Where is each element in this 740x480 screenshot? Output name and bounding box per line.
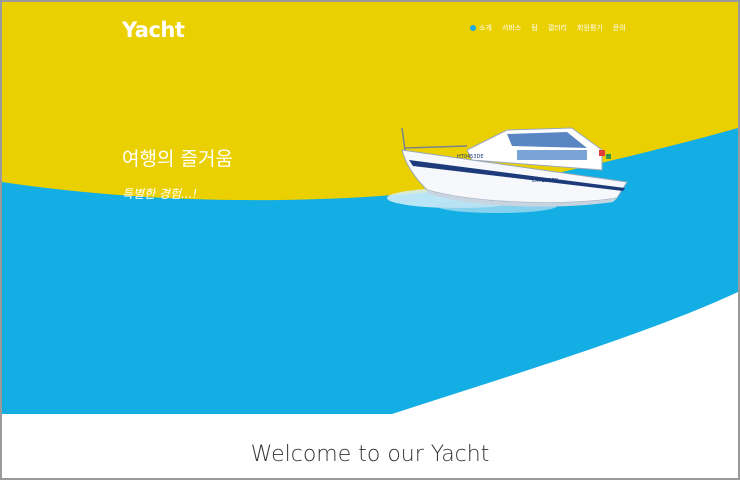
welcome-heading: Welcome to our Yacht [250,442,490,467]
boat-registration: HT0453DE [457,154,484,160]
hero-subtitle: 특별한 경험...! [122,187,198,201]
nav-item-label: 갤러리 [547,24,567,32]
yacht-image: HT0453DE EXPLORER [387,127,628,213]
boat-name: EXPLORER [532,178,559,184]
nav-item-services[interactable]: 서비스 [502,23,521,33]
nav-item-gallery[interactable]: 갤러리 [548,23,567,33]
nav-item-team[interactable]: 팀 [531,23,537,33]
nav-item-label: 서비스 [501,24,522,32]
main-nav: 소개 서비스 팀 갤러리 회원평가 문의 [470,23,626,33]
active-dot-icon [470,25,476,31]
page-frame: Yacht 소개 서비스 팀 갤러리 회원평가 문의 여행의 즐거움 특별한 경… [2,2,738,478]
nav-item-testimonials[interactable]: 회원평가 [577,23,603,33]
nav-item-label: 회원평가 [577,24,603,32]
nav-item-contact[interactable]: 문의 [613,23,626,33]
nav-item-label: 팀 [531,24,538,32]
nav-item-label: 문의 [612,24,626,32]
site-logo[interactable]: Yacht [122,18,185,42]
hero-section: Yacht 소개 서비스 팀 갤러리 회원평가 문의 여행의 즐거움 특별한 경… [2,2,738,414]
nav-item-about[interactable]: 소개 [470,23,492,33]
hero-title: 여행의 즐거움 [122,148,233,170]
nav-item-label: 소개 [479,24,492,32]
